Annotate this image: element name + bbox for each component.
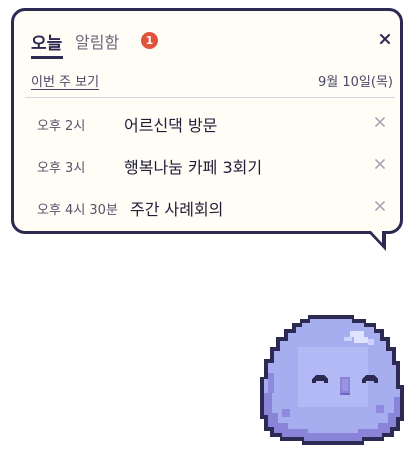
dismiss-event-icon[interactable]: [374, 116, 386, 128]
speech-bubble-panel: 오늘 알림함 1 이번 주 보기 9월 10일(목) 오후 2시 어르신댁 방문…: [11, 8, 403, 234]
notification-widget: 오늘 알림함 1 이번 주 보기 9월 10일(목) 오후 2시 어르신댁 방문…: [0, 0, 420, 457]
week-view-link[interactable]: 이번 주 보기: [31, 71, 99, 90]
event-row[interactable]: 오후 4시 30분 주간 사례회의: [14, 193, 400, 223]
event-row[interactable]: 오후 3시 행복나눔 카페 3회기: [14, 151, 400, 181]
event-time: 오후 4시 30분: [37, 203, 118, 218]
tab-today[interactable]: 오늘: [31, 29, 62, 54]
active-tab-indicator: [31, 56, 63, 59]
mascot-blob[interactable]: [258, 313, 408, 447]
dismiss-event-icon[interactable]: [374, 158, 386, 170]
event-title: 행복나눔 카페 3회기: [124, 158, 263, 177]
close-icon[interactable]: [377, 31, 393, 47]
dismiss-event-icon[interactable]: [374, 200, 386, 212]
event-title: 주간 사례회의: [130, 200, 224, 219]
speech-bubble-tail: [367, 231, 386, 251]
event-row[interactable]: 오후 2시 어르신댁 방문: [14, 109, 400, 139]
event-time: 오후 3시: [37, 161, 86, 176]
tab-inbox[interactable]: 알림함: [75, 29, 119, 53]
event-title: 어르신댁 방문: [124, 116, 218, 135]
inbox-count-badge: 1: [141, 32, 158, 49]
divider: [25, 97, 395, 98]
current-date: 9월 10일(목): [318, 75, 393, 90]
event-time: 오후 2시: [37, 119, 86, 134]
